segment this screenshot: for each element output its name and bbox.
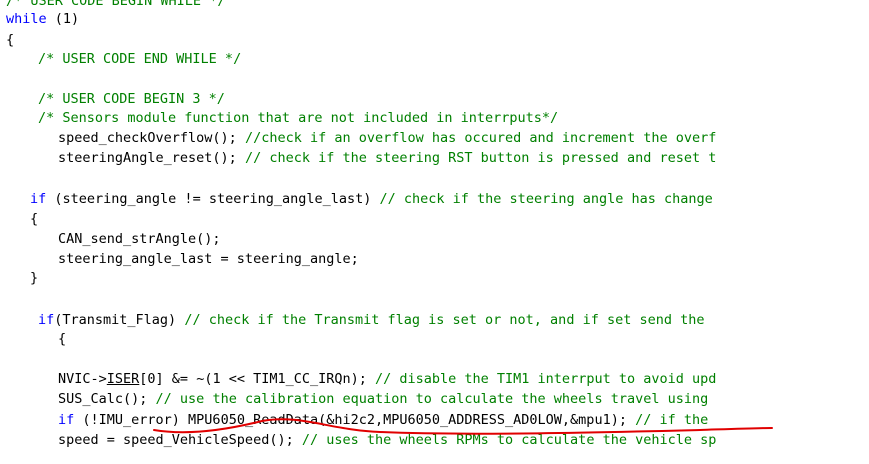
code-line: speed_checkOverflow(); //check if an ove… — [58, 128, 716, 148]
code-line: speed = speed_VehicleSpeed(); // uses th… — [58, 430, 716, 450]
code-line: if (steering_angle != steering_angle_las… — [30, 189, 713, 209]
comment-token: // if the — [635, 412, 709, 428]
comment-token: /* Sensors module function that are not … — [38, 110, 559, 126]
code-line: steeringAngle_reset(); // check if the s… — [58, 148, 716, 168]
code-token: ISER — [106, 371, 140, 387]
code-token: speed = speed_VehicleSpeed(); — [58, 432, 302, 448]
code-line: SUS_Calc(); // use the calibration equat… — [58, 389, 708, 409]
code-token: CAN_send_strAngle(); — [58, 231, 221, 247]
code-token: NVIC-> — [58, 371, 107, 387]
code-line: /* Sensors module function that are not … — [38, 108, 558, 128]
code-token: (!IMU_error) MPU6050_ReadData(&hi2c2,MPU… — [74, 412, 636, 428]
code-line: { — [30, 209, 38, 229]
code-token: steeringAngle_reset(); — [58, 150, 245, 166]
comment-token: // check if the steering RST button is p… — [244, 150, 717, 166]
code-line: } — [30, 268, 38, 288]
keyword-token: if — [58, 412, 75, 428]
code-token: { — [58, 331, 67, 347]
code-token: speed_checkOverflow(); — [58, 130, 245, 146]
code-editor[interactable]: /* USER CODE BEGIN WHILE */ while (1) { … — [0, 0, 869, 464]
code-token: (1) — [46, 11, 80, 27]
code-token: SUS_Calc(); — [58, 391, 156, 407]
comment-token: /* USER CODE END WHILE */ — [38, 51, 242, 67]
code-line: /* USER CODE END WHILE */ — [38, 49, 241, 69]
comment-token: // use the calibration equation to calcu… — [155, 391, 709, 407]
code-line: while (1) — [6, 9, 79, 29]
code-line: { — [6, 30, 14, 50]
keyword-token: if — [38, 312, 55, 328]
comment-token: /* USER CODE BEGIN 3 */ — [38, 91, 225, 107]
code-token: (Transmit_Flag) — [54, 312, 185, 328]
code-token: } — [30, 270, 39, 286]
comment-token: // check if the steering angle has chang… — [379, 191, 713, 207]
code-token: [0] &= ~(1 << TIM1_CC_IRQn); — [139, 371, 375, 387]
code-line: CAN_send_strAngle(); — [58, 229, 221, 249]
code-token: { — [30, 211, 39, 227]
code-line: /* USER CODE BEGIN 3 */ — [38, 89, 225, 109]
code-line: NVIC->ISER[0] &= ~(1 << TIM1_CC_IRQn); /… — [58, 369, 716, 389]
comment-token: // uses the wheels RPMs to calculate the… — [301, 432, 717, 448]
code-token: steering_angle_last = steering_angle; — [58, 251, 359, 267]
keyword-token: while — [6, 11, 47, 27]
code-line: if (!IMU_error) MPU6050_ReadData(&hi2c2,… — [58, 410, 708, 430]
comment-token: // check if the Transmit flag is set or … — [184, 312, 705, 328]
keyword-token: if — [30, 191, 47, 207]
code-token: (steering_angle != steering_angle_last) — [46, 191, 380, 207]
comment-token: // disable the TIM1 interrput to avoid u… — [375, 371, 717, 387]
comment-token: /* USER CODE BEGIN WHILE */ — [6, 0, 226, 9]
code-line: { — [58, 329, 66, 349]
code-line: if(Transmit_Flag) // check if the Transm… — [38, 310, 704, 330]
comment-token: //check if an overflow has occured and i… — [244, 130, 717, 146]
code-token: { — [6, 32, 15, 48]
code-line: steering_angle_last = steering_angle; — [58, 249, 359, 269]
